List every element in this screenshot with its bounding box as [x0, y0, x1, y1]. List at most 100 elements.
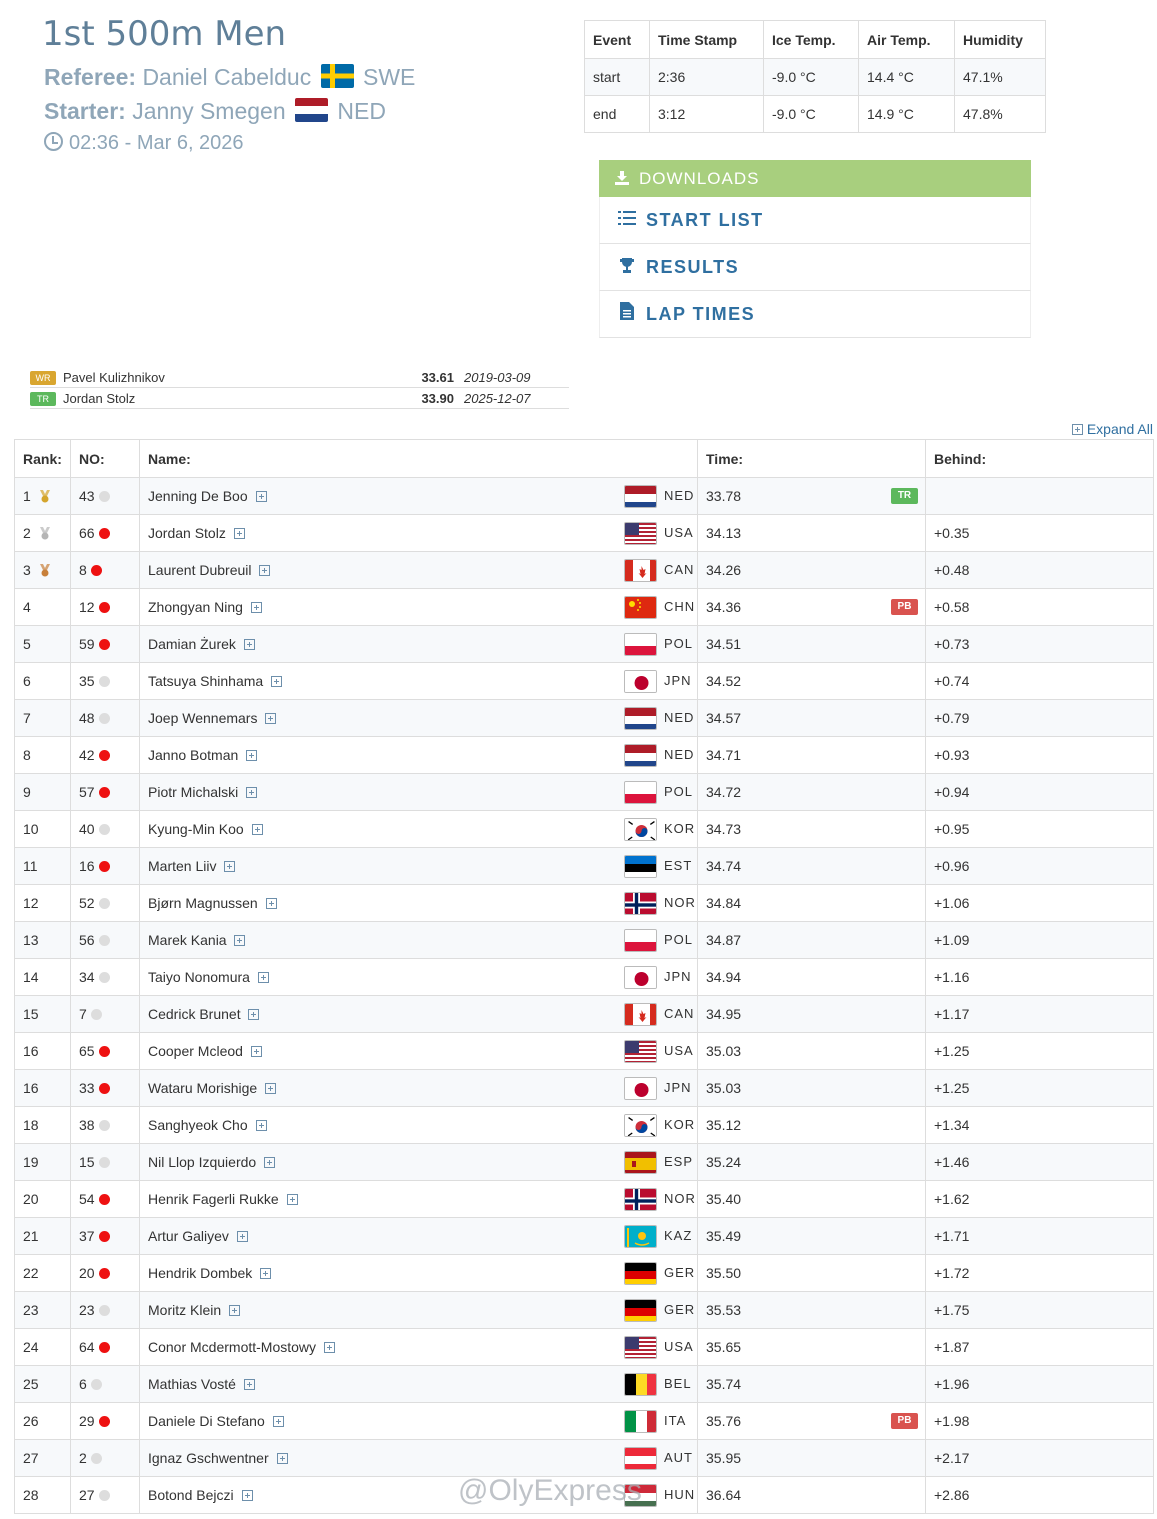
expand-all-link[interactable]: Expand All: [1071, 421, 1153, 437]
status-dot-icon: [98, 972, 110, 983]
status-dot-icon: [98, 528, 110, 539]
nation-code: CHN: [664, 599, 696, 614]
skater-name[interactable]: Taiyo Nonomura: [148, 969, 250, 985]
behind-value: +0.73: [934, 636, 970, 652]
expand-row-icon[interactable]: [251, 824, 263, 835]
expand-row-icon[interactable]: [224, 861, 236, 872]
skater-name[interactable]: Artur Galiyev: [148, 1228, 229, 1244]
rank-cell: 25: [14, 1365, 71, 1403]
bib-number: 20: [79, 1265, 95, 1281]
expand-row-icon[interactable]: [250, 602, 262, 613]
expand-row-icon[interactable]: [234, 935, 246, 946]
expand-row-icon[interactable]: [265, 1083, 277, 1094]
skater-name[interactable]: Joep Wennemars: [148, 710, 257, 726]
expand-row-icon[interactable]: [246, 750, 258, 761]
time-cell: 35.03: [697, 1032, 926, 1070]
skater-name[interactable]: Marten Liiv: [148, 858, 216, 874]
expand-row-icon[interactable]: [241, 1490, 253, 1501]
behind-cell: +1.25: [925, 1069, 1154, 1107]
skater-name[interactable]: Botond Bejczi: [148, 1487, 234, 1503]
skater-name[interactable]: Janno Botman: [148, 747, 238, 763]
results-link[interactable]: RESULTS: [599, 244, 1031, 291]
rank-cell: 6: [14, 662, 71, 700]
expand-row-icon[interactable]: [272, 1416, 284, 1427]
nation-code: BEL: [664, 1376, 692, 1391]
skater-name[interactable]: Kyung-Min Koo: [148, 821, 244, 837]
name-cell: Henrik Fagerli Rukke NOR: [139, 1180, 698, 1218]
silver-medal-icon: [39, 527, 51, 540]
expand-row-icon[interactable]: [265, 713, 277, 724]
no-cell: 48: [70, 699, 140, 737]
skater-name[interactable]: Zhongyan Ning: [148, 599, 243, 615]
rank-cell: 14: [14, 958, 71, 996]
skater-name[interactable]: Cedrick Brunet: [148, 1006, 241, 1022]
skater-name[interactable]: Wataru Morishige: [148, 1080, 257, 1096]
skater-name[interactable]: Moritz Klein: [148, 1302, 221, 1318]
time-cell: 36.64: [697, 1476, 926, 1514]
expand-row-icon[interactable]: [255, 491, 267, 502]
name-header: Name:: [139, 439, 698, 478]
skater-name[interactable]: Bjørn Magnussen: [148, 895, 258, 911]
skater-name[interactable]: Ignaz Gschwentner: [148, 1450, 269, 1466]
expand-row-icon[interactable]: [233, 528, 245, 539]
time-cell: 35.49: [697, 1217, 926, 1255]
nation-code: NED: [664, 710, 695, 725]
skater-name[interactable]: Piotr Michalski: [148, 784, 238, 800]
nation-code: KAZ: [664, 1228, 693, 1243]
skater-name[interactable]: Marek Kania: [148, 932, 227, 948]
expand-row-icon[interactable]: [243, 1379, 255, 1390]
nation-code: USA: [664, 1339, 694, 1354]
start-list-label: START LIST: [646, 210, 764, 230]
expand-row-icon[interactable]: [260, 1268, 272, 1279]
expand-row-icon[interactable]: [255, 1120, 267, 1131]
skater-name[interactable]: Conor Mcdermott-Mostowy: [148, 1339, 316, 1355]
skater-name[interactable]: Damian Żurek: [148, 636, 236, 652]
start-list-link[interactable]: START LIST: [599, 197, 1031, 244]
skater-name[interactable]: Laurent Dubreuil: [148, 562, 252, 578]
skater-name[interactable]: Hendrik Dombek: [148, 1265, 252, 1281]
expand-row-icon[interactable]: [323, 1342, 335, 1353]
expand-row-icon[interactable]: [257, 972, 269, 983]
status-dot-icon: [98, 1120, 110, 1131]
expand-row-icon[interactable]: [248, 1009, 260, 1020]
expand-row-icon[interactable]: [250, 1046, 262, 1057]
japan-flag-icon: [624, 670, 657, 693]
skater-name[interactable]: Mathias Vosté: [148, 1376, 236, 1392]
expand-row-icon[interactable]: [286, 1194, 298, 1205]
behind-value: +1.25: [934, 1043, 970, 1059]
expand-row-icon[interactable]: [276, 1453, 288, 1464]
nation-code: NED: [664, 747, 695, 762]
clock-icon: [44, 132, 63, 151]
expand-row-icon[interactable]: [243, 639, 255, 650]
skater-name[interactable]: Daniele Di Stefano: [148, 1413, 265, 1429]
time-cell: 34.71: [697, 736, 926, 774]
time-value: 35.65: [706, 1339, 742, 1355]
rank-value: 15: [23, 1006, 39, 1022]
expand-row-icon[interactable]: [265, 898, 277, 909]
expand-row-icon[interactable]: [259, 565, 271, 576]
expand-row-icon[interactable]: [236, 1231, 248, 1242]
skater-name[interactable]: Jenning De Boo: [148, 488, 248, 504]
name-cell: Moritz Klein GER: [139, 1291, 698, 1329]
skater-name[interactable]: Sanghyeok Cho: [148, 1117, 248, 1133]
behind-cell: +0.96: [925, 847, 1154, 885]
downloads-panel: DOWNLOADS START LIST RESULTS LAP TIMES: [599, 160, 1031, 338]
nation-code: NED: [664, 488, 695, 503]
lap-times-link[interactable]: LAP TIMES: [599, 291, 1031, 338]
time-value: 35.49: [706, 1228, 742, 1244]
skater-name[interactable]: Jordan Stolz: [148, 525, 226, 541]
behind-value: +0.93: [934, 747, 970, 763]
skater-name[interactable]: Henrik Fagerli Rukke: [148, 1191, 279, 1207]
expand-row-icon[interactable]: [271, 676, 283, 687]
results-row: 14 34 Taiyo Nonomura JPN 34.94 +1.16: [14, 958, 1154, 996]
record-row-wr: WR Pavel Kulizhnikov 33.61 2019-03-09: [30, 368, 569, 388]
skater-name[interactable]: Cooper Mcleod: [148, 1043, 243, 1059]
name-cell: Damian Żurek POL: [139, 625, 698, 663]
expand-row-icon[interactable]: [229, 1305, 241, 1316]
skater-name[interactable]: Nil Llop Izquierdo: [148, 1154, 256, 1170]
skater-name[interactable]: Tatsuya Shinhama: [148, 673, 263, 689]
no-cell: 29: [70, 1402, 140, 1440]
time-cell: 34.73: [697, 810, 926, 848]
expand-row-icon[interactable]: [264, 1157, 276, 1168]
expand-row-icon[interactable]: [246, 787, 258, 798]
